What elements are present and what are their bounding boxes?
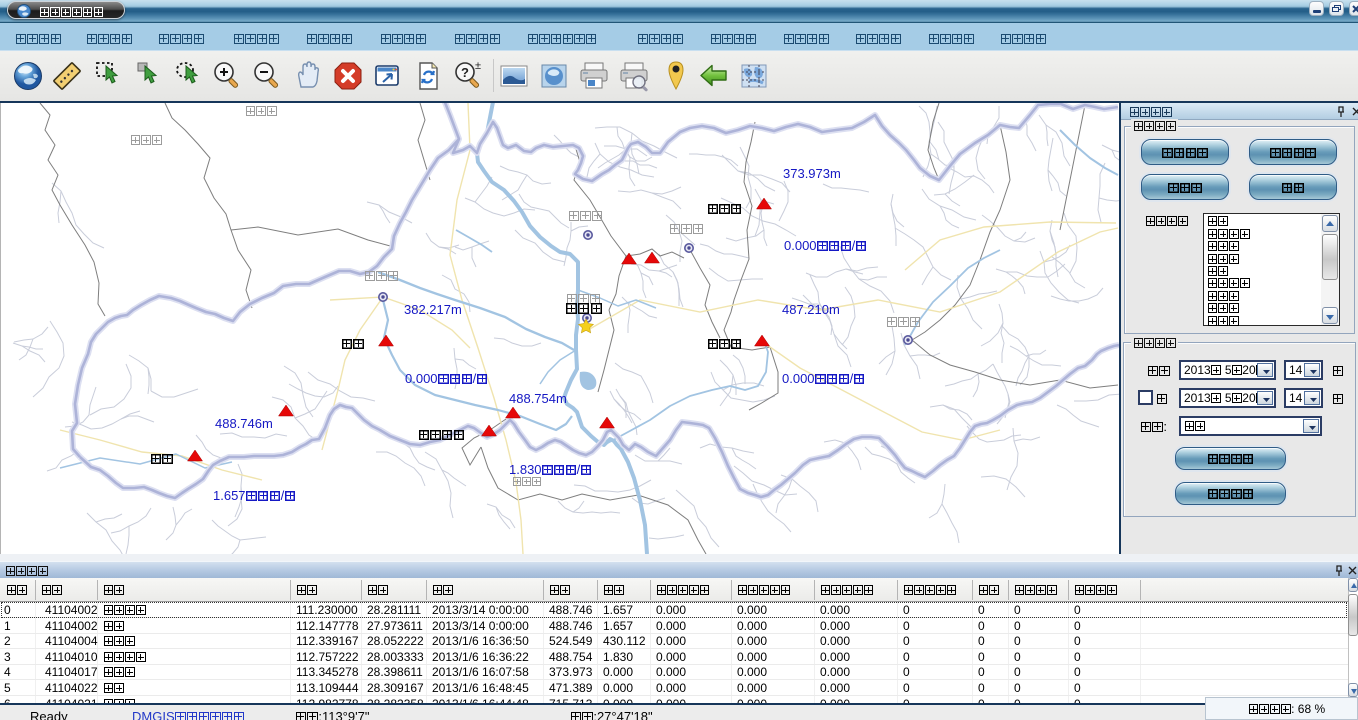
svg-text:±: ± — [475, 60, 481, 72]
svg-text:?: ? — [461, 65, 469, 80]
